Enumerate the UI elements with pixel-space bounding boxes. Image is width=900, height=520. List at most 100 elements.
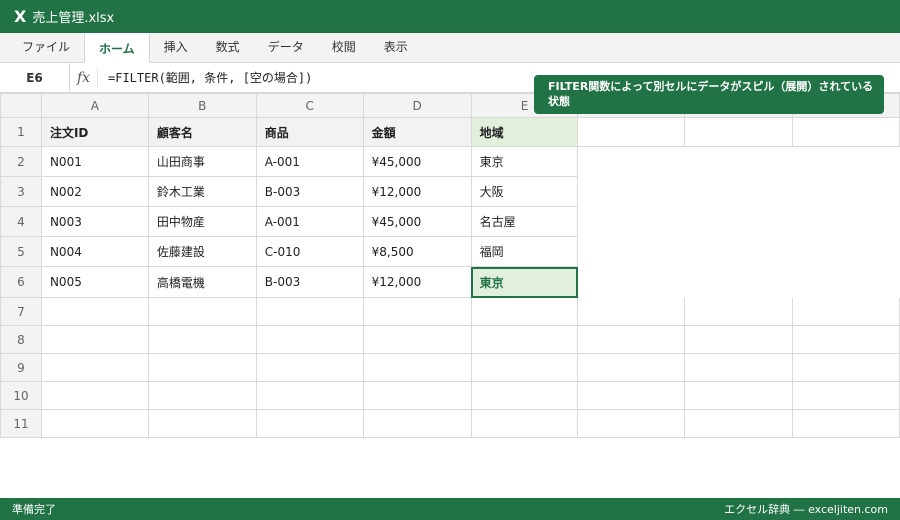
tab-review[interactable]: 校閲	[318, 33, 370, 62]
cell-c8[interactable]	[255, 325, 364, 354]
cell-f7[interactable]	[577, 297, 686, 326]
cell-b1[interactable]: 顧客名	[147, 117, 257, 147]
cell-d11[interactable]	[362, 409, 472, 438]
cell-e2[interactable]: 東京	[470, 146, 579, 177]
cell-d5[interactable]: ¥8,500	[362, 236, 472, 267]
cell-e1[interactable]: 地域	[470, 117, 579, 147]
cell-c11[interactable]	[255, 409, 364, 438]
cell-c4[interactable]: A-001	[255, 206, 364, 237]
cell-b6[interactable]: 高橋電機	[147, 266, 257, 298]
cell-e5[interactable]: 福岡	[470, 236, 579, 267]
cell-a5[interactable]: N004	[40, 236, 149, 267]
cell-g11[interactable]	[684, 409, 794, 438]
cell-c10[interactable]	[255, 381, 364, 410]
cell-a11[interactable]	[40, 409, 149, 438]
row-header-4[interactable]: 4	[0, 206, 42, 237]
cell-b8[interactable]	[147, 325, 257, 354]
column-header-d[interactable]: D	[362, 93, 472, 118]
cell-c7[interactable]	[255, 297, 364, 326]
cell-e8[interactable]	[470, 325, 579, 354]
cell-f1[interactable]	[577, 117, 686, 147]
cell-g7[interactable]	[684, 297, 794, 326]
row-header-11[interactable]: 11	[0, 409, 42, 438]
cell-h10[interactable]	[792, 381, 900, 410]
tab-formulas[interactable]: 数式	[202, 33, 254, 62]
cell-e10[interactable]	[470, 381, 579, 410]
cell-c5[interactable]: C-010	[255, 236, 364, 267]
cell-d4[interactable]: ¥45,000	[362, 206, 472, 237]
row-header-7[interactable]: 7	[0, 297, 42, 326]
cell-h1[interactable]	[792, 117, 900, 147]
cell-a6[interactable]: N005	[40, 266, 149, 298]
tab-file[interactable]: ファイル	[8, 33, 84, 62]
cell-e4[interactable]: 名古屋	[470, 206, 579, 237]
cell-f10[interactable]	[577, 381, 686, 410]
cell-b2[interactable]: 山田商事	[147, 146, 257, 177]
cell-g10[interactable]	[684, 381, 794, 410]
cell-c3[interactable]: B-003	[255, 176, 364, 207]
cell-c9[interactable]	[255, 353, 364, 382]
cell-g8[interactable]	[684, 325, 794, 354]
tab-home[interactable]: ホーム	[84, 33, 150, 63]
cell-d8[interactable]	[362, 325, 472, 354]
cell-b10[interactable]	[147, 381, 257, 410]
tab-insert[interactable]: 挿入	[150, 33, 202, 62]
name-box[interactable]: E6	[0, 62, 70, 93]
cell-g1[interactable]	[684, 117, 794, 147]
cell-b3[interactable]: 鈴木工業	[147, 176, 257, 207]
cell-e7[interactable]	[470, 297, 579, 326]
cell-d9[interactable]	[362, 353, 472, 382]
cell-b7[interactable]	[147, 297, 257, 326]
cell-d7[interactable]	[362, 297, 472, 326]
cell-a3[interactable]: N002	[40, 176, 149, 207]
cell-a9[interactable]	[40, 353, 149, 382]
cell-e9[interactable]	[470, 353, 579, 382]
cell-c2[interactable]: A-001	[255, 146, 364, 177]
row-header-10[interactable]: 10	[0, 381, 42, 410]
column-header-a[interactable]: A	[40, 93, 149, 118]
cell-d10[interactable]	[362, 381, 472, 410]
row-header-9[interactable]: 9	[0, 353, 42, 382]
row-header-1[interactable]: 1	[0, 117, 42, 147]
cell-a7[interactable]	[40, 297, 149, 326]
row-header-6[interactable]: 6	[0, 266, 42, 298]
cell-e6-selected[interactable]: 東京	[470, 266, 579, 298]
cell-f8[interactable]	[577, 325, 686, 354]
cell-e11[interactable]	[470, 409, 579, 438]
cell-d1[interactable]: 金額	[362, 117, 472, 147]
row-header-3[interactable]: 3	[0, 176, 42, 207]
cell-c6[interactable]: B-003	[255, 266, 364, 298]
column-header-c[interactable]: C	[255, 93, 364, 118]
cell-a2[interactable]: N001	[40, 146, 149, 177]
cell-a1[interactable]: 注文ID	[40, 117, 149, 147]
cell-b11[interactable]	[147, 409, 257, 438]
select-all-corner[interactable]	[0, 93, 42, 118]
cell-f9[interactable]	[577, 353, 686, 382]
formula-input[interactable]: =FILTER(範囲, 条件, [空の場合])	[98, 69, 312, 86]
cell-h9[interactable]	[792, 353, 900, 382]
row-header-8[interactable]: 8	[0, 325, 42, 354]
cell-h8[interactable]	[792, 325, 900, 354]
row-header-5[interactable]: 5	[0, 236, 42, 267]
cell-d2[interactable]: ¥45,000	[362, 146, 472, 177]
cell-e3[interactable]: 大阪	[470, 176, 579, 207]
tab-view[interactable]: 表示	[370, 33, 422, 62]
column-header-b[interactable]: B	[147, 93, 257, 118]
cell-c1[interactable]: 商品	[255, 117, 364, 147]
cell-a8[interactable]	[40, 325, 149, 354]
cell-a10[interactable]	[40, 381, 149, 410]
cell-f11[interactable]	[577, 409, 686, 438]
cell-d3[interactable]: ¥12,000	[362, 176, 472, 207]
cell-h7[interactable]	[792, 297, 900, 326]
fx-icon[interactable]: fx	[70, 68, 98, 87]
cell-a4[interactable]: N003	[40, 206, 149, 237]
cell-b9[interactable]	[147, 353, 257, 382]
spreadsheet-grid: A B C D E 1 注文ID 顧客名 商品 金額 地域 2 N001 山田商…	[0, 93, 900, 438]
row-header-2[interactable]: 2	[0, 146, 42, 177]
cell-g9[interactable]	[684, 353, 794, 382]
cell-b4[interactable]: 田中物産	[147, 206, 257, 237]
cell-h11[interactable]	[792, 409, 900, 438]
tab-data[interactable]: データ	[254, 33, 318, 62]
cell-b5[interactable]: 佐藤建設	[147, 236, 257, 267]
cell-d6[interactable]: ¥12,000	[362, 266, 472, 298]
